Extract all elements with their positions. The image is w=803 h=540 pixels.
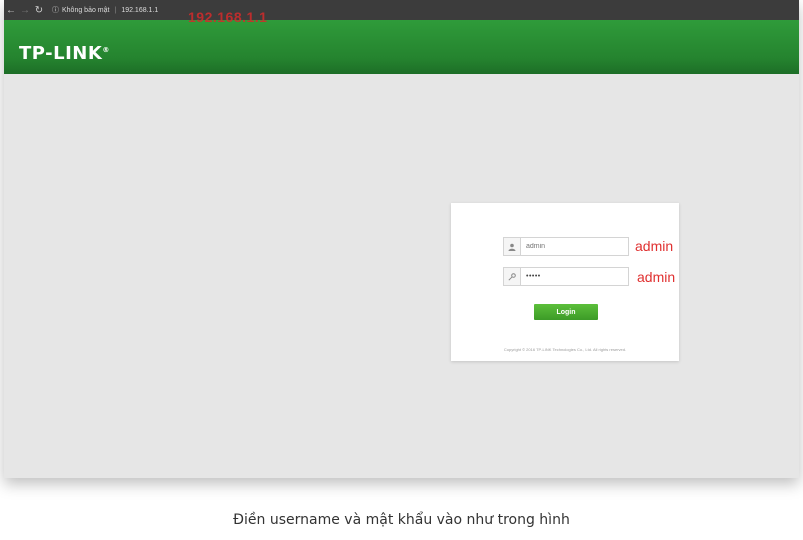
tplink-logo: TP-LINK®: [19, 43, 110, 64]
ip-overlay-annotation: 192.168.1.1: [188, 9, 268, 25]
browser-toolbar: ← → ↻ ⓘ Không bảo mật | 192.168.1.1: [4, 0, 799, 20]
url-text[interactable]: 192.168.1.1: [121, 7, 158, 14]
password-input[interactable]: [521, 272, 628, 281]
key-icon: [504, 268, 521, 285]
back-arrow-icon[interactable]: ←: [4, 2, 18, 18]
address-separator: |: [114, 6, 117, 14]
tplink-header: [4, 20, 799, 74]
info-icon[interactable]: ⓘ: [52, 5, 59, 15]
logo-text: TP-LINK: [19, 43, 103, 64]
copyright-text: Copyright © 2016 TP-LINK Technologies Co…: [503, 347, 627, 352]
screenshot-frame: ← → ↻ ⓘ Không bảo mật | 192.168.1.1 TP-L…: [4, 0, 799, 478]
address-bar[interactable]: ⓘ Không bảo mật | 192.168.1.1: [52, 5, 158, 15]
forward-arrow-icon[interactable]: →: [18, 2, 32, 18]
registered-mark: ®: [102, 46, 110, 54]
password-annotation: admin: [637, 269, 676, 285]
security-label: Không bảo mật: [62, 6, 110, 14]
login-button[interactable]: Login: [534, 304, 598, 320]
username-field[interactable]: [503, 237, 629, 256]
caption-text: Điền username và mật khẩu vào như trong …: [233, 512, 570, 528]
username-annotation: admin: [635, 238, 674, 254]
username-input[interactable]: [521, 242, 628, 251]
reload-icon[interactable]: ↻: [32, 2, 46, 18]
password-field[interactable]: [503, 267, 629, 286]
user-icon: [504, 238, 521, 255]
